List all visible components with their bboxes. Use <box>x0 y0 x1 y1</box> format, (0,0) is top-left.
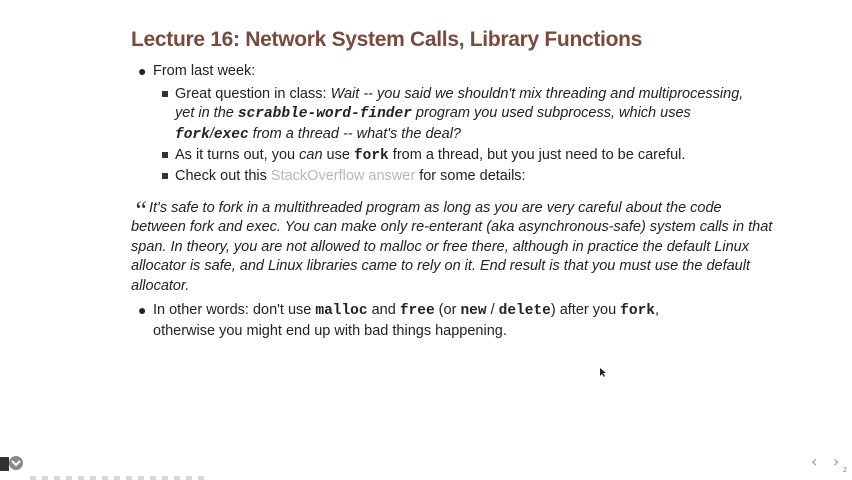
question-text: yet in the <box>175 105 238 121</box>
text: use <box>322 147 354 163</box>
bullet-other-words: In other words: don't use malloc and fre… <box>153 300 659 321</box>
text: Check out this <box>175 168 271 184</box>
mouse-cursor-icon <box>600 368 606 380</box>
quote-line: between fork and exec. You can make only… <box>131 219 773 235</box>
sub-bullet-square <box>162 173 168 179</box>
question-italic: Wait -- you said we shouldn't mix thread… <box>330 86 744 102</box>
text: , <box>654 302 660 318</box>
slide: Lecture 16: Network System Calls, Librar… <box>0 0 852 480</box>
presenter-control-icon[interactable] <box>0 453 26 475</box>
sub-bullet-question-line1: Great question in class: Wait -- you sai… <box>175 84 743 104</box>
text: / <box>486 302 499 318</box>
code-scrabble-word-finder: scrabble-word-finder <box>237 106 412 122</box>
code-fork: fork <box>620 303 655 319</box>
code-delete: delete <box>498 303 551 319</box>
slide-number: 2 <box>843 467 847 474</box>
slide-title: Lecture 16: Network System Calls, Librar… <box>131 28 643 51</box>
text: and <box>367 302 400 318</box>
quote-line: span. In theory, you are not allowed to … <box>131 239 749 255</box>
question-intro: Great question in class: <box>175 86 331 102</box>
progress-dots <box>30 476 210 480</box>
code-free: free <box>399 303 435 319</box>
bullet-other-words-line2: otherwise you might end up with bad thin… <box>153 323 507 339</box>
code-fork: fork <box>175 127 210 143</box>
code-new: new <box>460 303 487 319</box>
sub-bullet-square <box>162 91 168 97</box>
code-exec: exec <box>213 127 249 143</box>
text: for some details: <box>415 168 526 184</box>
code-malloc: malloc <box>315 303 368 319</box>
quote-line: allocator. <box>131 278 190 294</box>
bullet-from-last-week: From last week: <box>153 63 256 79</box>
text: ) after you <box>550 302 621 318</box>
text: In other words: don't use <box>153 302 316 318</box>
previous-slide-icon[interactable]: ‹ <box>811 452 817 471</box>
sub-bullet-turns-out: As it turns out, you can use fork from a… <box>175 145 685 166</box>
sub-bullet-question-line3: fork/exec from a thread -- what's the de… <box>175 124 461 145</box>
sub-bullet-question-line2: yet in the scrabble-word-finder program … <box>175 103 691 124</box>
next-slide-icon[interactable]: › <box>833 452 839 471</box>
text: (or <box>434 302 461 318</box>
text: from a thread, but you just need to be c… <box>388 147 686 163</box>
quote-line: allocator is safe, and Linux libraries c… <box>131 258 750 274</box>
bullet-dot: ● <box>138 63 147 79</box>
stackoverflow-link[interactable]: StackOverflow answer <box>271 168 415 184</box>
code-fork: fork <box>353 148 389 164</box>
question-text: from a thread -- what's the deal? <box>248 126 461 142</box>
sub-bullet-check-out: Check out this StackOverflow answer for … <box>175 166 526 186</box>
question-text: program you used subprocess, which uses <box>411 105 691 121</box>
text-can: can <box>299 147 323 163</box>
bullet-dot: ● <box>138 302 147 318</box>
quote-line: It's safe to fork in a multithreaded pro… <box>149 200 722 216</box>
text: As it turns out, you <box>175 147 300 163</box>
sub-bullet-square <box>162 152 168 158</box>
